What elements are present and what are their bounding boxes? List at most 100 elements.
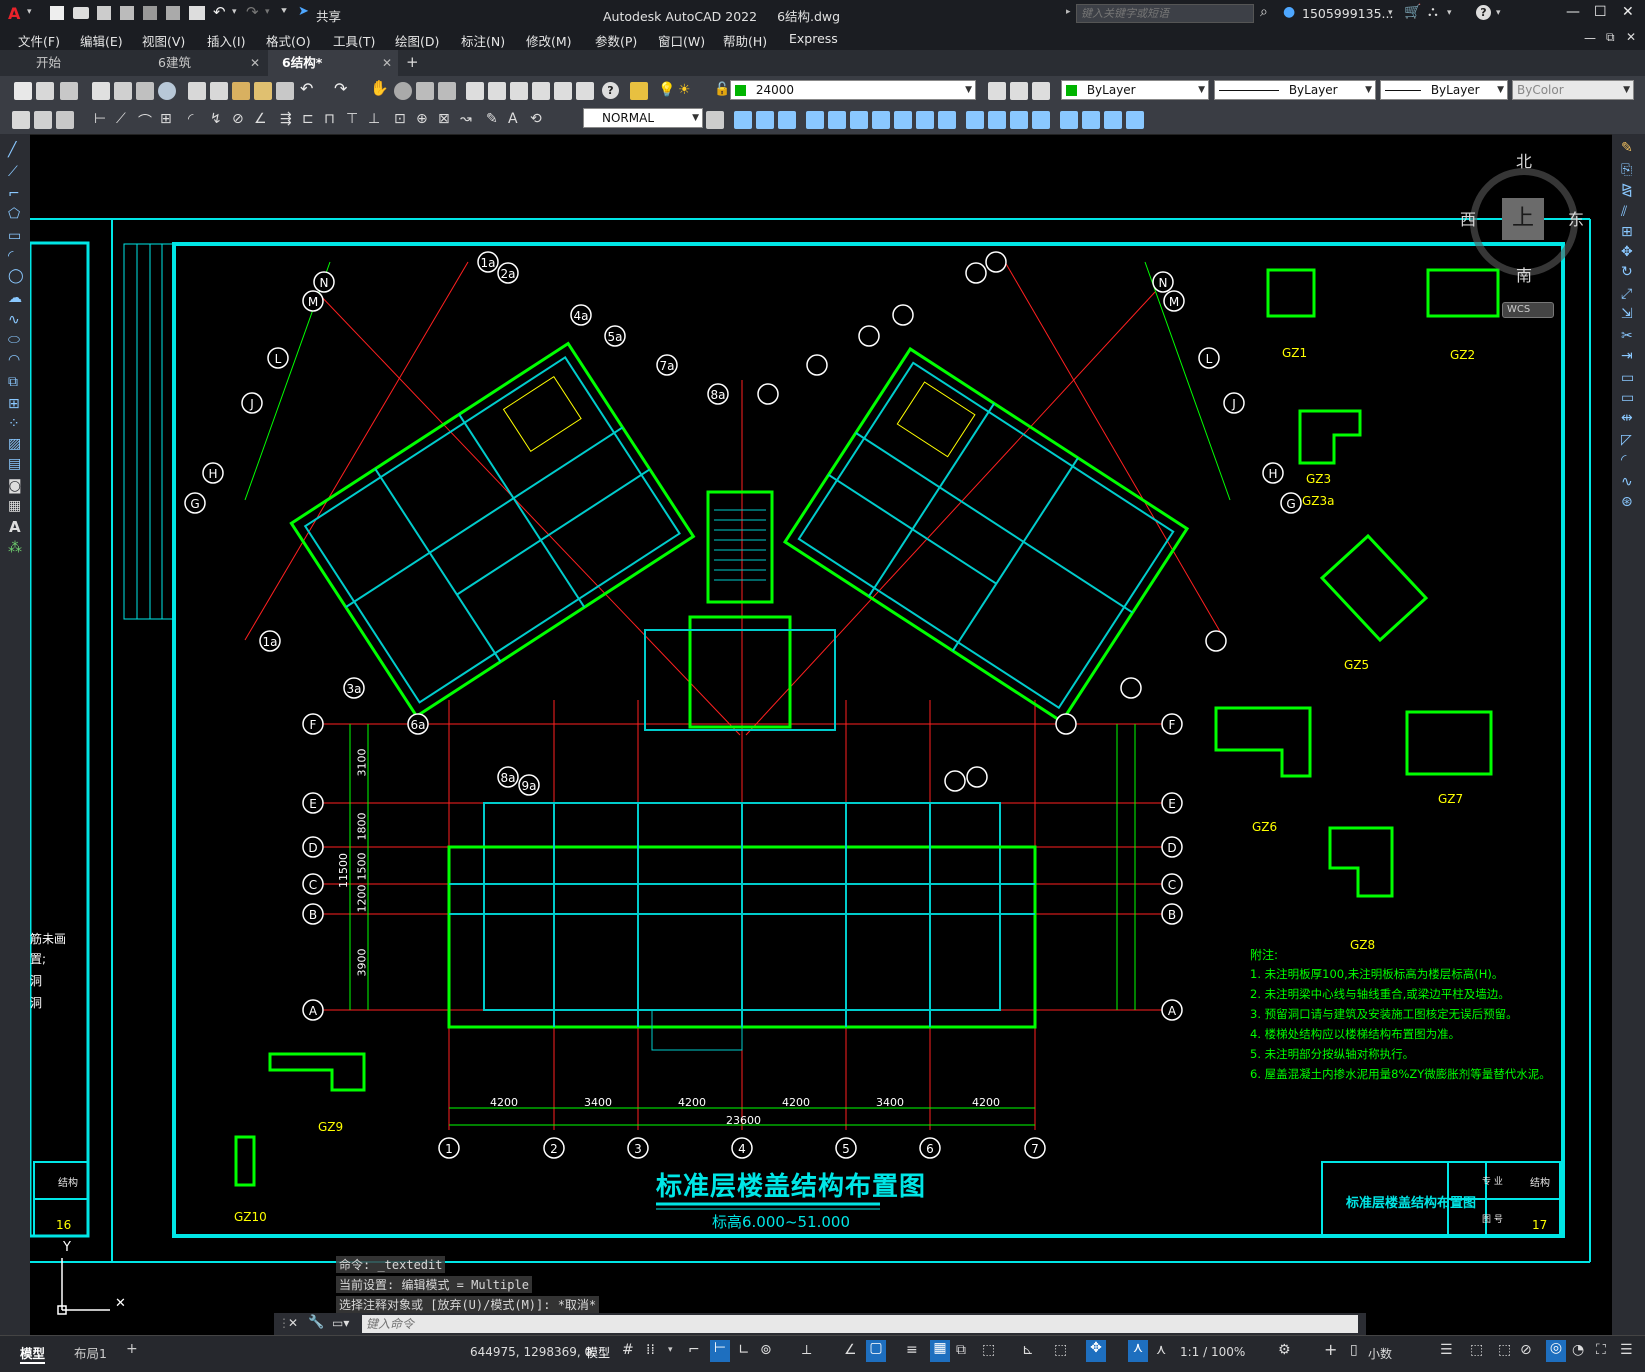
layer-lock-icon[interactable]: 🔓 (714, 82, 730, 97)
share-icon[interactable]: ➤ (298, 4, 309, 19)
circle-icon[interactable]: ◯ (8, 268, 24, 284)
dim-edit-icon[interactable]: ✎ (486, 111, 498, 127)
hardware-accel-icon[interactable]: ⊘ (1520, 1342, 1532, 1358)
blend-icon[interactable]: ∿ (1621, 474, 1633, 490)
gradient-icon[interactable]: ▤ (8, 456, 21, 472)
drawing-canvas[interactable]: 123 456 7 FED CBA FED CBA 1a2a4a 5a7a8a … (30, 134, 1612, 1334)
menu-format[interactable]: 格式(O) (266, 31, 311, 50)
insert-block-icon[interactable]: ⧉ (8, 374, 18, 390)
rotate-icon[interactable] (850, 111, 868, 129)
line-icon[interactable]: ╱ (8, 142, 16, 158)
dynamic-ucs-icon[interactable]: ⊾ (1022, 1342, 1034, 1358)
copy-icon[interactable]: ⎘ (1621, 162, 1632, 178)
mirror-icon[interactable]: ⧎ (1621, 182, 1633, 198)
zoom-realtime-icon[interactable] (394, 82, 412, 100)
selection-filter-icon[interactable]: ⬚ (1054, 1342, 1067, 1358)
layer-properties-icon[interactable] (630, 82, 648, 100)
dim-continue-icon[interactable]: ⊓ (324, 111, 335, 127)
properties-icon[interactable] (466, 82, 484, 100)
3dosnap-icon[interactable]: ⬚ (982, 1342, 995, 1358)
dim-break-icon[interactable]: ⊥ (368, 111, 380, 127)
menu-dimension[interactable]: 标注(N) (461, 31, 505, 50)
add-layout-icon[interactable]: + (126, 1341, 138, 1357)
redo-icon[interactable]: ↷ (334, 79, 347, 98)
scale-icon[interactable]: ⤢ (1621, 286, 1632, 302)
dim-space-icon[interactable]: ⊤ (346, 111, 358, 127)
viewcube-south[interactable]: 南 (1516, 262, 1532, 286)
snap-icon[interactable]: ⁞⁞ (646, 1342, 655, 1358)
dim-baseline-icon[interactable]: ⊏ (302, 111, 314, 127)
help-icon[interactable]: ? (1476, 5, 1491, 20)
annotation-monitor-icon[interactable]: + (1324, 1340, 1337, 1359)
markup-icon[interactable] (554, 82, 572, 100)
join-icon[interactable] (988, 111, 1006, 129)
user-name[interactable]: 1505999135... (1302, 6, 1393, 21)
annotation-scale[interactable]: 1:1 / 100% (1180, 1345, 1245, 1359)
viewcube[interactable]: 上 北 南 西 东 (1460, 152, 1584, 285)
doc-restore-icon[interactable]: ⧉ (1606, 30, 1615, 45)
color-dropdown[interactable]: ByLayer ▼ (1061, 80, 1209, 100)
linetype-dropdown[interactable]: ByLayer ▼ (1214, 80, 1376, 100)
menu-insert[interactable]: 插入(I) (207, 31, 245, 50)
search-icon[interactable]: ⌕ (1260, 4, 1268, 20)
make-block-icon[interactable]: ⊞ (8, 396, 20, 412)
dim-arc-icon[interactable]: ⌒ (138, 111, 152, 131)
match-layer-icon[interactable] (12, 111, 30, 129)
close-icon[interactable]: ✕ (382, 50, 392, 76)
publish-icon[interactable] (136, 82, 154, 100)
plot-icon[interactable] (189, 6, 205, 20)
lineweight-dropdown[interactable]: ByLayer ▼ (1380, 80, 1508, 100)
viewcube-top-face[interactable]: 上 (1502, 198, 1544, 240)
doc-close-icon[interactable]: ✕ (1626, 30, 1636, 44)
plotstyle-dropdown[interactable]: ByColor ▼ (1512, 80, 1634, 100)
dimstyle-dropdown[interactable]: NORMAL ▼ (583, 108, 703, 128)
menu-view[interactable]: 视图(V) (142, 31, 185, 50)
plot-icon[interactable] (92, 82, 110, 100)
command-input[interactable] (362, 1315, 1358, 1333)
osnap-icon[interactable]: ∠ (844, 1342, 857, 1358)
isodraft-icon[interactable]: ⊚ (760, 1342, 772, 1358)
pedit-icon[interactable] (1082, 111, 1100, 129)
layer-iso-icon[interactable] (34, 111, 52, 129)
extend-icon[interactable]: ⇥ (1621, 348, 1633, 364)
inspect-icon[interactable]: ⊠ (438, 111, 450, 127)
menu-tools[interactable]: 工具(T) (333, 31, 375, 50)
lineweight-icon[interactable]: ≡ (906, 1342, 918, 1358)
paste-icon[interactable] (232, 82, 250, 100)
isolate-objects-icon[interactable]: ⬚ (1498, 1342, 1511, 1358)
rotate-icon[interactable]: ↻ (1621, 264, 1633, 280)
dim-update-icon[interactable]: ⟲ (530, 111, 542, 127)
viewcube-east[interactable]: 东 (1568, 206, 1584, 230)
menu-help[interactable]: 帮助(H) (723, 31, 767, 50)
offset-icon[interactable] (778, 111, 796, 129)
gizmo-icon[interactable]: ✥ (1086, 1340, 1106, 1362)
object-snap-icon[interactable]: ▢ (866, 1340, 886, 1362)
a360-icon[interactable]: ⛬ (1428, 4, 1438, 20)
dim-radius-icon[interactable]: ◜ (188, 111, 193, 127)
stretch-icon[interactable] (894, 111, 912, 129)
quick-dim-icon[interactable]: ⇶ (280, 111, 292, 127)
offset-icon[interactable]: ⫽ (1621, 204, 1627, 220)
open-icon[interactable] (36, 82, 54, 100)
user-icon[interactable]: ● (1283, 4, 1295, 20)
jogged-linear-icon[interactable]: ↝ (460, 111, 472, 127)
quick-properties-icon[interactable]: ☰ (1440, 1342, 1453, 1358)
break-icon[interactable]: ▭ (1621, 390, 1634, 406)
doc-minimize-icon[interactable]: — (1584, 31, 1596, 45)
layer-sun-icon[interactable]: ☀ (678, 82, 691, 98)
construction-line-icon[interactable]: ⟋ (8, 164, 18, 180)
units-icon[interactable]: ▯ (1350, 1342, 1358, 1358)
search-expand-icon[interactable]: ▸ (1066, 7, 1071, 17)
wcs-menu[interactable]: WCS (1502, 302, 1554, 318)
tab-layout1[interactable]: 布局1 (74, 1343, 107, 1362)
transparency-icon[interactable]: ▦ (930, 1340, 950, 1362)
tab-6jiegou[interactable]: 6结构* ✕ (268, 50, 398, 76)
revcloud-icon[interactable]: ☁ (8, 290, 22, 306)
array-icon[interactable] (806, 111, 824, 129)
explode-icon[interactable]: ⊛ (1621, 494, 1633, 510)
customization-icon[interactable]: ☰ (1620, 1342, 1633, 1358)
save-icon[interactable] (60, 82, 78, 100)
erase-icon[interactable]: ✎ (1621, 140, 1633, 156)
fillet-icon[interactable] (1032, 111, 1050, 129)
zoom-previous-icon[interactable] (438, 82, 456, 100)
